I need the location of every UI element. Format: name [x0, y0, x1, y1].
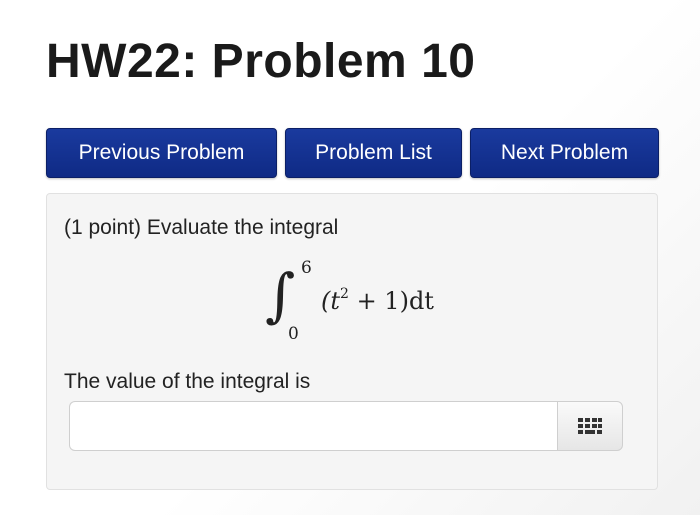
lower-limit: 0 [288, 324, 299, 344]
problem-panel: (1 point) Evaluate the integral ∫ 6 0 (t… [46, 193, 658, 490]
problem-nav: Previous Problem Problem List Next Probl… [46, 128, 659, 178]
integral-sign: ∫ [265, 261, 296, 329]
integrand: (t2 + 1)dt [321, 286, 434, 315]
answer-input[interactable] [69, 401, 557, 451]
keyboard-grid-icon [578, 418, 602, 434]
problem-list-button[interactable]: Problem List [285, 128, 462, 178]
page-title: HW22: Problem 10 [46, 35, 476, 88]
next-problem-button[interactable]: Next Problem [470, 128, 659, 178]
math-keyboard-button[interactable] [557, 401, 623, 451]
integral-expression: ∫ 6 0 (t2 + 1)dt [265, 258, 465, 348]
answer-label: The value of the integral is [64, 370, 311, 393]
previous-problem-button[interactable]: Previous Problem [46, 128, 277, 178]
answer-input-group [69, 401, 623, 451]
integrand-exponent: 2 [340, 286, 349, 302]
integrand-base: (t [321, 287, 341, 315]
problem-prompt: (1 point) Evaluate the integral [64, 216, 339, 239]
upper-limit: 6 [301, 258, 312, 278]
integrand-rest: + 1)dt [348, 287, 434, 315]
